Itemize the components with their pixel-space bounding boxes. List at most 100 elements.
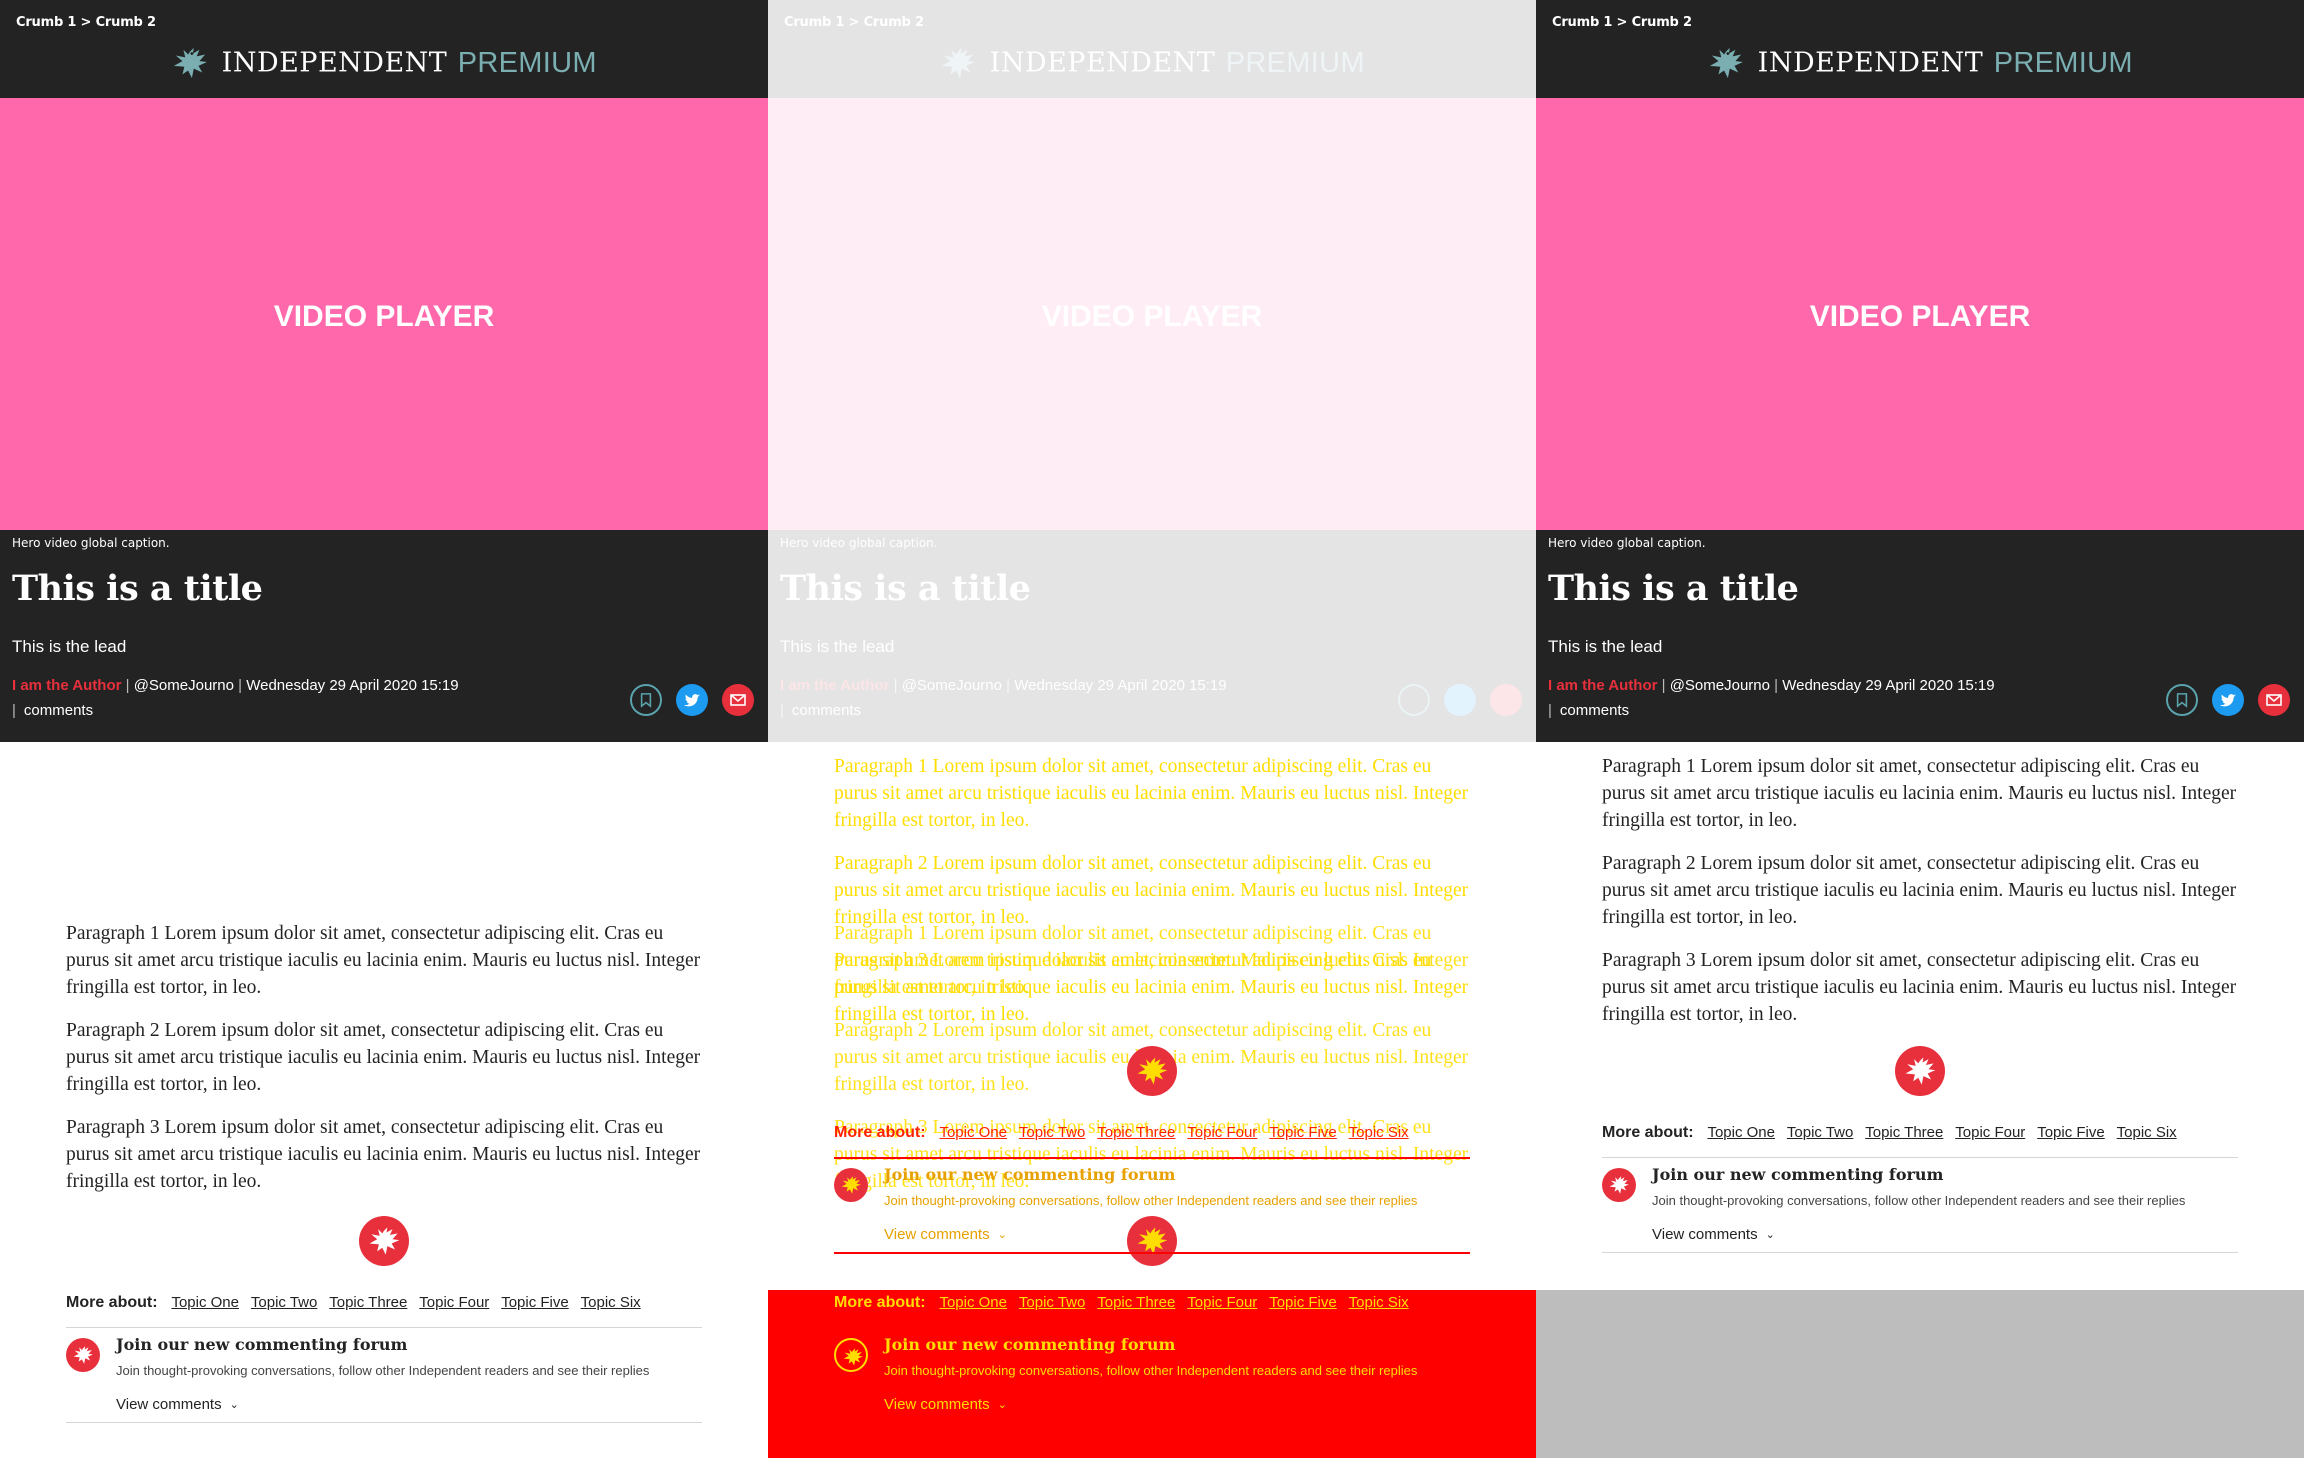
crumb-2[interactable]: Crumb 2 xyxy=(96,15,156,30)
article-title: This is a title xyxy=(1548,568,1799,609)
view-comments-button[interactable]: View comments ⌄ xyxy=(1652,1226,1775,1243)
forum-description: Join thought-provoking conversations, fo… xyxy=(884,1363,1418,1378)
view-comments-label: View comments xyxy=(884,1396,990,1413)
comments-link[interactable]: |comments xyxy=(1548,702,1629,719)
video-label: VIDEO PLAYER xyxy=(1809,300,2031,333)
diff-divider xyxy=(834,1252,1470,1254)
panel-actual: Crumb 1 > Crumb 2 INDEPENDENT PREMIUM VI… xyxy=(1536,0,2304,1458)
view-comments-label: View comments xyxy=(884,1226,990,1243)
paragraph-2: Paragraph 2 Lorem ipsum dolor sit amet, … xyxy=(66,1020,701,1095)
view-comments-button-shifted[interactable]: View comments ⌄ xyxy=(884,1226,1007,1243)
topic-link[interactable]: Topic Four xyxy=(419,1294,489,1311)
video-player[interactable]: VIDEO PLAYER xyxy=(1536,98,2304,530)
chevron-down-icon: ⌄ xyxy=(229,1399,239,1411)
topic-link[interactable]: Topic One xyxy=(1707,1124,1775,1141)
end-emblem xyxy=(359,1216,409,1266)
more-about-label: More about: xyxy=(1602,1124,1694,1141)
author-link[interactable]: I am the Author xyxy=(12,677,121,694)
panel-diff: Crumb 1 > Crumb 2 INDEPENDENT PREMIUM VI… xyxy=(768,0,1536,1458)
twitter-icon xyxy=(684,694,700,707)
video-player[interactable]: VIDEO PLAYER xyxy=(0,98,768,530)
more-about-label: More about: xyxy=(66,1294,158,1311)
eagle-logo-icon xyxy=(174,47,208,79)
premium-label: PREMIUM xyxy=(457,46,597,79)
end-emblem xyxy=(1895,1046,1945,1096)
forum-icon xyxy=(66,1338,100,1372)
view-comments-button[interactable]: View comments ⌄ xyxy=(116,1396,239,1413)
twitter-share-button[interactable] xyxy=(2212,684,2244,716)
site-logo[interactable]: INDEPENDENT PREMIUM xyxy=(1536,46,2304,80)
site-logo[interactable]: INDEPENDENT PREMIUM xyxy=(0,46,768,80)
topic-link[interactable]: Topic One xyxy=(939,1124,1007,1141)
topic-link[interactable]: Topic Five xyxy=(2037,1124,2105,1141)
email-share-button[interactable] xyxy=(722,684,754,716)
mail-icon xyxy=(2266,694,2282,706)
topic-link[interactable]: Topic Four xyxy=(1187,1124,1257,1141)
topic-link[interactable]: Topic Six xyxy=(1349,1294,1409,1311)
hero-info: Hero video global caption. This is a tit… xyxy=(1536,530,2304,742)
topic-link[interactable]: Topic Five xyxy=(501,1294,569,1311)
topic-link[interactable]: Topic Three xyxy=(1865,1124,1943,1141)
forum-icon-shifted xyxy=(834,1168,868,1202)
bookmark-icon xyxy=(640,693,652,708)
bookmark-button[interactable] xyxy=(630,684,662,716)
comments-link[interactable]: |comments xyxy=(12,702,93,719)
topic-link[interactable]: Topic Two xyxy=(1019,1124,1085,1141)
publish-date: Wednesday 29 April 2020 15:19 xyxy=(246,677,459,694)
crumb-1[interactable]: Crumb 1 xyxy=(16,15,76,30)
twitter-share-button[interactable] xyxy=(676,684,708,716)
paragraph-1: Paragraph 1 Lorem ipsum dolor sit amet, … xyxy=(1602,756,2237,831)
chevron-down-icon: ⌄ xyxy=(997,1229,1007,1241)
topic-link[interactable]: Topic Five xyxy=(1269,1124,1337,1141)
topic-link[interactable]: Topic Four xyxy=(1187,1294,1257,1311)
author-handle[interactable]: @SomeJourno xyxy=(1670,677,1770,694)
more-about: More about: Topic One Topic Two Topic Th… xyxy=(834,1294,1474,1312)
forum-description: Join thought-provoking conversations, fo… xyxy=(1652,1193,2186,1208)
more-about: More about: Topic One Topic Two Topic Th… xyxy=(66,1294,706,1312)
eagle-small-icon xyxy=(841,1176,861,1194)
paragraph-3: Paragraph 3 Lorem ipsum dolor sit amet, … xyxy=(1602,950,2237,1025)
article-body: Paragraph 1 Lorem ipsum dolor sit amet, … xyxy=(66,920,706,1211)
article-lead: This is the lead xyxy=(1548,637,1663,656)
premium-label: PREMIUM xyxy=(1993,46,2133,79)
eagle-small-icon xyxy=(1609,1176,1629,1194)
topic-link[interactable]: Topic One xyxy=(171,1294,239,1311)
author-link[interactable]: I am the Author xyxy=(1548,677,1657,694)
crumb-2[interactable]: Crumb 2 xyxy=(1632,15,1692,30)
hero-caption: Hero video global caption. xyxy=(1548,536,1706,550)
crumb-1[interactable]: Crumb 1 xyxy=(1552,15,1612,30)
topic-link[interactable]: Topic Three xyxy=(1097,1294,1175,1311)
paragraph-3: Paragraph 3 Lorem ipsum dolor sit amet, … xyxy=(66,1117,701,1192)
brand-name: INDEPENDENT xyxy=(221,47,448,79)
forum-title: Join our new commenting forum xyxy=(884,1335,1176,1354)
more-about-shifted: More about: Topic One Topic Two Topic Th… xyxy=(834,1124,1474,1142)
diff-divider xyxy=(834,1157,1470,1159)
topic-link[interactable]: Topic Five xyxy=(1269,1294,1337,1311)
site-header: Crumb 1 > Crumb 2 INDEPENDENT PREMIUM xyxy=(0,0,768,98)
bookmark-button[interactable] xyxy=(2166,684,2198,716)
byline: I am the Author | @SomeJourno | Wednesda… xyxy=(1548,677,1995,694)
forum-icon xyxy=(1602,1168,1636,1202)
diff-fade-overlay xyxy=(768,0,1536,742)
eagle-logo-icon xyxy=(1710,47,1744,79)
topic-link[interactable]: Topic Two xyxy=(251,1294,317,1311)
topic-link[interactable]: Topic One xyxy=(939,1294,1007,1311)
view-comments-label: View comments xyxy=(116,1396,222,1413)
topic-link[interactable]: Topic Six xyxy=(2117,1124,2177,1141)
hero-info: Hero video global caption. This is a tit… xyxy=(0,530,768,742)
topic-link[interactable]: Topic Three xyxy=(1097,1124,1175,1141)
view-comments-button[interactable]: View comments ⌄ xyxy=(884,1396,1007,1413)
topic-link[interactable]: Topic Two xyxy=(1787,1124,1853,1141)
author-handle[interactable]: @SomeJourno xyxy=(134,677,234,694)
end-emblem-shifted xyxy=(1127,1046,1177,1096)
topic-link[interactable]: Topic Four xyxy=(1955,1124,2025,1141)
topic-link[interactable]: Topic Six xyxy=(1349,1124,1409,1141)
article-lead: This is the lead xyxy=(12,637,127,656)
end-emblem xyxy=(1127,1216,1177,1266)
chevron-down-icon: ⌄ xyxy=(1765,1229,1775,1241)
email-share-button[interactable] xyxy=(2258,684,2290,716)
topic-link[interactable]: Topic Three xyxy=(329,1294,407,1311)
topic-link[interactable]: Topic Two xyxy=(1019,1294,1085,1311)
topic-link[interactable]: Topic Six xyxy=(581,1294,641,1311)
forum-title: Join our new commenting forum xyxy=(1652,1165,1944,1184)
